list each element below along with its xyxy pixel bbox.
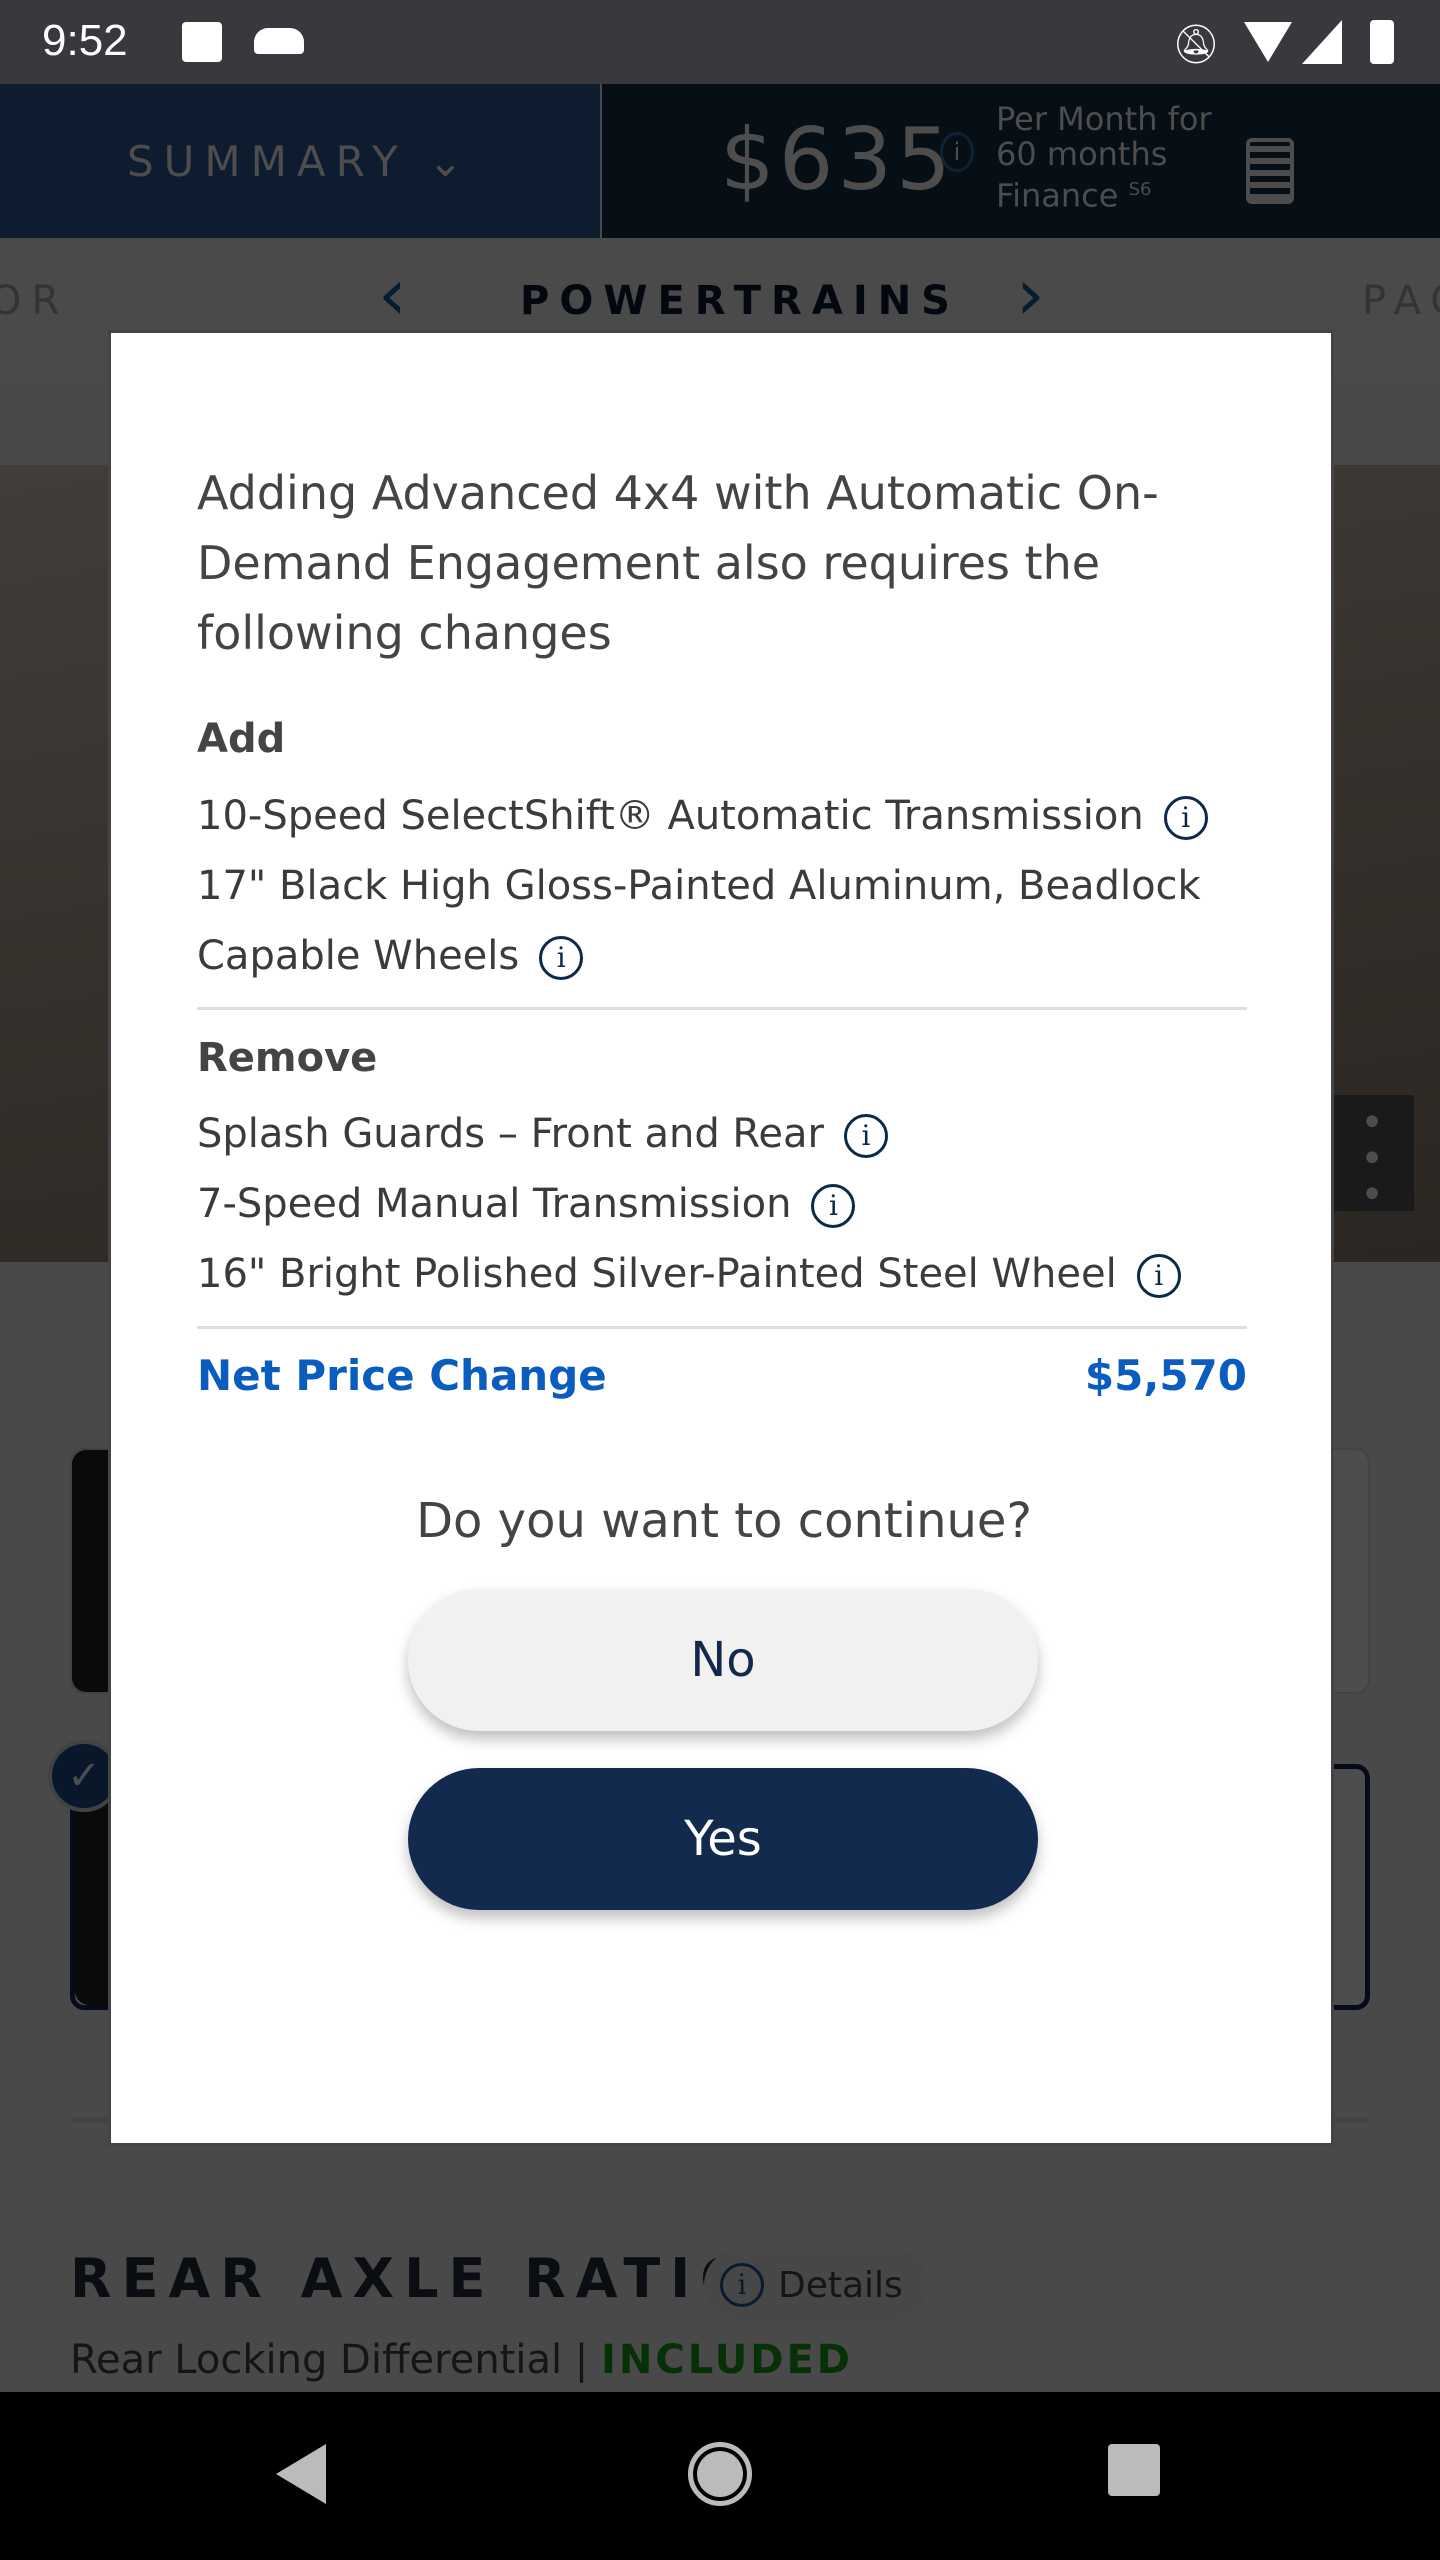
net-price-label: Net Price Change	[197, 1351, 607, 1400]
info-icon[interactable]: i	[811, 1184, 856, 1228]
recents-icon[interactable]	[1108, 2444, 1160, 2496]
add-item: 17" Black High Gloss-Painted Aluminum, B…	[197, 851, 1257, 991]
more-options-icon[interactable]: • • •	[1330, 1095, 1414, 1215]
remove-heading: Remove	[197, 1035, 378, 1081]
info-icon[interactable]: i	[1136, 1254, 1181, 1298]
price-panel: $635 i Per Month for 60 months Finance S…	[602, 84, 1440, 238]
add-item: 10-Speed SelectShift® Automatic Transmis…	[197, 781, 1257, 851]
clock: 9:52	[42, 16, 128, 65]
details-label: Details	[778, 2264, 903, 2306]
net-price-value: $5,570	[1084, 1351, 1247, 1400]
price-note: Per Month for	[996, 100, 1212, 138]
tab-powertrains[interactable]: POWERTRAINS	[520, 278, 960, 324]
item-label: 17" Black High Gloss-Painted Aluminum, B…	[197, 863, 1201, 979]
no-button[interactable]: No	[408, 1589, 1038, 1731]
included-badge: INCLUDED	[601, 2337, 853, 2383]
confirm-question: Do you want to continue?	[416, 1493, 1032, 1549]
footnote[interactable]: S6	[1129, 179, 1152, 200]
cloud-icon	[254, 28, 304, 54]
add-heading: Add	[197, 716, 286, 762]
divider	[197, 1007, 1247, 1010]
remove-item: Splash Guards – Front and Rear i	[197, 1099, 1257, 1169]
monthly-price: $635	[720, 110, 955, 210]
item-label: 7-Speed Manual Transmission	[197, 1181, 792, 1227]
home-icon[interactable]	[688, 2442, 752, 2506]
price-note: Finance	[996, 176, 1119, 215]
info-icon[interactable]: i	[539, 936, 584, 980]
gallery-icon	[182, 22, 222, 62]
calculator-icon[interactable]	[1246, 138, 1294, 204]
subtitle-text: Rear Locking Differential |	[70, 2337, 589, 2383]
dialog-title: Adding Advanced 4x4 with Automatic On-De…	[197, 466, 1159, 660]
section-title: REAR AXLE RATIO	[70, 2247, 757, 2310]
header: SUMMARY ⌄ $635 i Per Month for 60 months …	[0, 84, 1440, 238]
item-label: 10-Speed SelectShift® Automatic Transmis…	[197, 793, 1144, 839]
info-icon: i	[720, 2263, 764, 2307]
summary-dropdown[interactable]: SUMMARY ⌄	[0, 84, 600, 238]
divider	[197, 1326, 1247, 1329]
back-icon[interactable]	[276, 2444, 326, 2504]
item-label: 16" Bright Polished Silver-Painted Steel…	[197, 1251, 1117, 1297]
chevron-right-icon[interactable]: ›	[1016, 252, 1045, 336]
remove-item: 16" Bright Polished Silver-Painted Steel…	[197, 1239, 1257, 1309]
requirements-dialog: Adding Advanced 4x4 with Automatic On-De…	[108, 330, 1334, 2146]
chevron-left-icon[interactable]: ‹	[378, 252, 407, 336]
item-label: Splash Guards – Front and Rear	[197, 1111, 824, 1157]
tab-previous[interactable]: OR	[0, 278, 69, 324]
section-subtitle: Rear Locking Differential | INCLUDED	[70, 2337, 853, 2383]
navigation-bar	[0, 2392, 1440, 2560]
wifi-icon	[1244, 22, 1292, 62]
notifications-off-icon: 🔕︎	[1172, 22, 1221, 66]
signal-icon	[1302, 20, 1342, 64]
battery-icon	[1370, 20, 1394, 64]
summary-label: SUMMARY	[127, 136, 408, 186]
details-button[interactable]: i Details	[704, 2249, 928, 2321]
info-icon[interactable]: i	[1163, 796, 1208, 840]
info-icon[interactable]: i	[844, 1114, 888, 1158]
price-note: 60 months	[996, 135, 1168, 173]
tab-next[interactable]: PAC	[1362, 278, 1440, 324]
remove-item: 7-Speed Manual Transmission i	[197, 1169, 1257, 1239]
status-bar: 9:52 🔕︎	[0, 0, 1440, 84]
info-icon[interactable]: i	[940, 132, 974, 172]
yes-button[interactable]: Yes	[408, 1768, 1038, 1910]
chevron-down-icon: ⌄	[427, 136, 473, 186]
price-terms: Per Month for 60 months Finance S6	[996, 102, 1212, 214]
net-price-change: Net Price Change $5,570	[197, 1351, 1247, 1400]
